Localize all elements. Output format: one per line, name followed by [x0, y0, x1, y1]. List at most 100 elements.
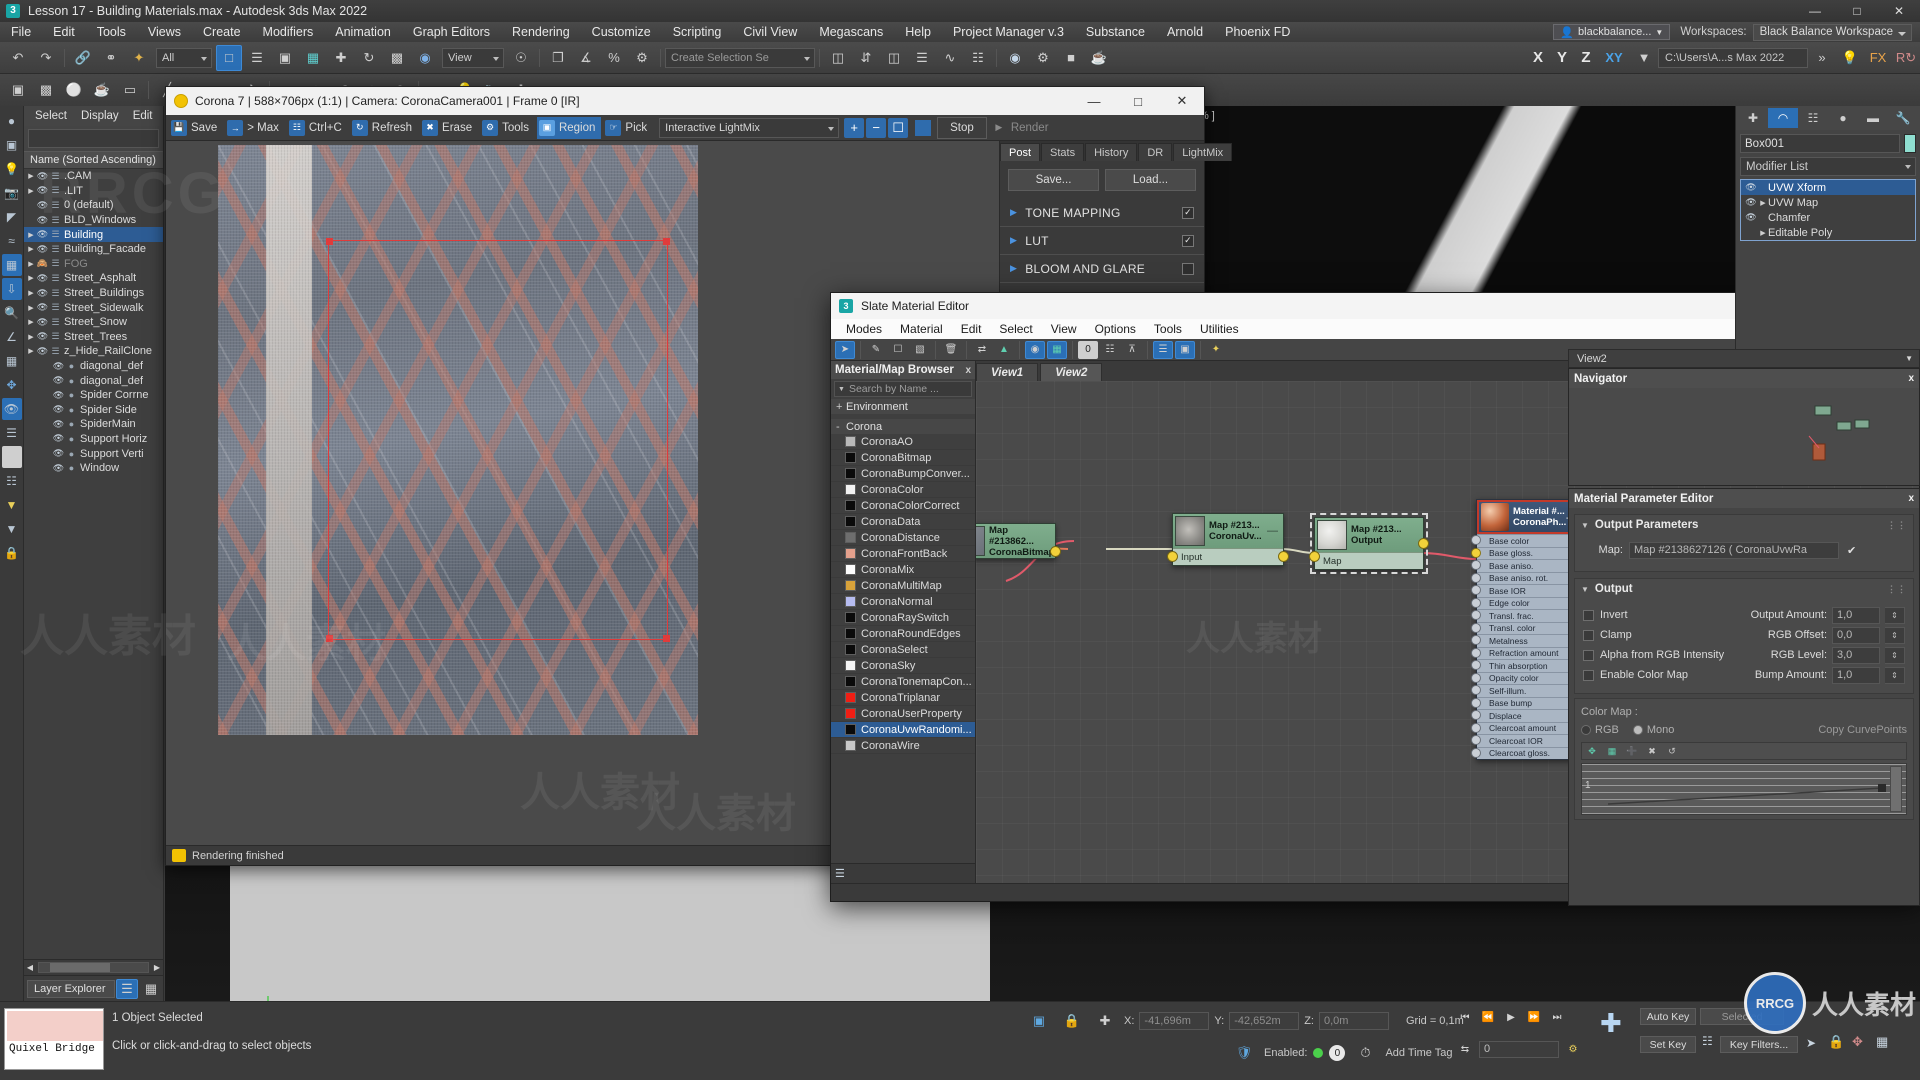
lock-tool-icon[interactable]: 🔒: [2, 542, 22, 564]
scroll-right-icon[interactable]: ▶: [151, 963, 163, 972]
zoom-in-icon[interactable]: +: [844, 117, 865, 138]
menu-project-manager[interactable]: Project Manager v.3: [942, 22, 1075, 42]
mmb-item[interactable]: CoronaWire: [831, 738, 975, 754]
visibility-eye-icon[interactable]: 👁: [36, 215, 49, 226]
layer-row[interactable]: ▶ 👁 ☰ Building_Facade: [24, 242, 163, 257]
menu-substance[interactable]: Substance: [1075, 22, 1156, 42]
menu-civil-view[interactable]: Civil View: [732, 22, 808, 42]
visibility-eye-icon[interactable]: 👁: [36, 317, 49, 328]
rectangular-select-icon[interactable]: ▣: [272, 45, 298, 71]
curve-editor-icon[interactable]: ∿: [937, 45, 963, 71]
node-output-map[interactable]: Map #213... Output Map: [1309, 513, 1429, 574]
lights-tool-icon[interactable]: 💡: [2, 158, 22, 180]
layer-row[interactable]: ▶ 👁 ☰ Street_Sidewalk: [24, 300, 163, 315]
mmb-item[interactable]: CoronaUvwRandomi...: [831, 722, 975, 738]
object-name-input[interactable]: [1740, 134, 1900, 153]
maximize-viewport-icon[interactable]: ▦: [1876, 1034, 1888, 1050]
vfb-tab-dr[interactable]: DR: [1138, 143, 1173, 161]
menu-views[interactable]: Views: [137, 22, 192, 42]
delete-icon[interactable]: 🗑: [941, 341, 961, 359]
expand-triangle-icon[interactable]: ▶: [26, 172, 36, 180]
vfb-tools-button[interactable]: ⚙ Tools: [480, 117, 535, 139]
map-value-field[interactable]: Map #2138627126 ( CoronaUvwRa: [1629, 541, 1839, 559]
path-expand-icon[interactable]: »: [1809, 45, 1835, 71]
matnode-param-socket[interactable]: [1471, 560, 1481, 570]
mmb-item[interactable]: CoronaColorCorrect: [831, 498, 975, 514]
output-checkbox[interactable]: [1583, 649, 1594, 661]
lightbulb-icon[interactable]: 💡: [1837, 45, 1863, 71]
pick-material-icon[interactable]: ✎: [866, 341, 886, 359]
navigator-thumbnail[interactable]: [1569, 388, 1919, 485]
mmb-group-corona[interactable]: - Corona: [831, 419, 975, 434]
visibility-eye-icon[interactable]: 👁: [36, 288, 49, 299]
output-checkbox[interactable]: [1583, 609, 1594, 621]
modifier-stack-row[interactable]: ▶ Editable Poly: [1741, 225, 1915, 240]
axis-xy-button[interactable]: XY: [1599, 45, 1629, 71]
curve-vertical-scrollbar[interactable]: [1890, 766, 1902, 812]
vfb-tab-post[interactable]: Post: [1000, 143, 1041, 161]
vfb-refresh-button[interactable]: ↻ Refresh: [350, 117, 418, 139]
tone-mapping-checkbox[interactable]: ✓: [1182, 206, 1194, 219]
scene-explorer-list[interactable]: ▶ 👁 ☰ .CAM ▶ 👁 ☰ .LIT 👁 ☰ 0 (default) 👁 ☰ BLD_Windows…: [24, 169, 163, 959]
menu-help[interactable]: Help: [894, 22, 942, 42]
menu-megascans[interactable]: Megascans: [808, 22, 894, 42]
hierarchy-icon[interactable]: ☷: [1100, 341, 1120, 359]
matnode-param-socket[interactable]: [1471, 535, 1481, 545]
quixel-bridge-panel[interactable]: Quixel Bridge: [4, 1008, 104, 1070]
visibility-eye-icon[interactable]: 👁: [52, 404, 65, 415]
sme-menu-options[interactable]: Options: [1086, 322, 1145, 336]
coord-x-field[interactable]: -41,696m: [1139, 1012, 1210, 1030]
key-filters-button[interactable]: Key Filters...: [1720, 1036, 1798, 1053]
isolate-eye-icon[interactable]: 👁: [1, 398, 22, 420]
mmb-item[interactable]: CoronaUserProperty: [831, 706, 975, 722]
expand-triangle-icon[interactable]: ▶: [26, 245, 36, 253]
key-tangent-icon[interactable]: ➤: [1806, 1036, 1816, 1050]
matnode-param-socket[interactable]: [1471, 622, 1481, 633]
add-time-tag-label[interactable]: Add Time Tag: [1385, 1047, 1452, 1059]
panel-tool-icon[interactable]: ▦: [2, 350, 22, 372]
modifier-stack-row[interactable]: 👁 UVW Xform: [1741, 180, 1915, 195]
angle-tool-icon[interactable]: ∠: [2, 326, 22, 348]
node-uvw-output-socket[interactable]: [1278, 551, 1289, 562]
layer-row[interactable]: 👁 ● Support Horiz: [24, 432, 163, 447]
matnode-param-socket[interactable]: [1471, 672, 1481, 683]
bloom-glare-checkbox[interactable]: [1182, 262, 1194, 275]
matnode-param-socket[interactable]: [1471, 710, 1481, 720]
r|ollout-grip-out[interactable]: ⋮⋮: [1887, 584, 1907, 595]
vfb-lightmix-select[interactable]: Interactive LightMix: [659, 117, 840, 138]
filter-tool-icon[interactable]: ▼: [2, 518, 22, 540]
vfb-copy-button[interactable]: ☷ Ctrl+C: [287, 117, 348, 139]
render-region-marquee[interactable]: [326, 238, 670, 642]
menu-rendering[interactable]: Rendering: [501, 22, 581, 42]
layer-explorer-icon[interactable]: ◫: [881, 45, 907, 71]
modifier-eye-icon[interactable]: 👁: [1744, 182, 1758, 193]
scene-explorer-menu-select[interactable]: Select: [28, 110, 74, 122]
matnode-param-socket[interactable]: [1471, 597, 1481, 608]
node-output-input-socket[interactable]: [1309, 551, 1320, 562]
teapot-primitive-icon[interactable]: ☕: [89, 77, 115, 103]
select-object-icon[interactable]: □: [216, 44, 242, 71]
layer-row[interactable]: 👁 ● Spider Side: [24, 403, 163, 418]
rgb-radio[interactable]: [1581, 725, 1591, 735]
output-checkbox-row[interactable]: Alpha from RGB Intensity: [1583, 645, 1743, 665]
spinner-icon[interactable]: ⇕: [1885, 646, 1905, 664]
matnode-param-socket[interactable]: [1471, 585, 1481, 595]
select-arrow-icon[interactable]: ➤: [835, 340, 855, 359]
add-key-plus-icon[interactable]: ✚: [1600, 1008, 1622, 1039]
layer-row[interactable]: ▶ 👁 ☰ Street_Trees: [24, 330, 163, 345]
menu-animation[interactable]: Animation: [324, 22, 402, 42]
ribbon-toggle-icon[interactable]: ☰: [909, 45, 935, 71]
menu-phoenix-fd[interactable]: Phoenix FD: [1214, 22, 1301, 42]
mmb-item[interactable]: CoronaBumpConver...: [831, 466, 975, 482]
modifier-stack-row[interactable]: 👁 ▶ UVW Map: [1741, 195, 1915, 210]
layer-row[interactable]: 👁 ● SpiderMain: [24, 417, 163, 432]
sme-menu-modes[interactable]: Modes: [837, 322, 891, 336]
output-checkbox-row[interactable]: Enable Color Map: [1583, 665, 1743, 685]
matnode-param-socket[interactable]: [1471, 572, 1481, 583]
next-frame-icon[interactable]: ⏩: [1524, 1008, 1544, 1026]
vfb-post-save-button[interactable]: Save...: [1008, 169, 1099, 191]
modifier-stack-row[interactable]: 👁 Chamfer: [1741, 210, 1915, 225]
render-production-icon[interactable]: ☕: [1086, 45, 1112, 71]
mmb-item[interactable]: CoronaTriplanar: [831, 690, 975, 706]
menu-tools[interactable]: Tools: [86, 22, 137, 42]
